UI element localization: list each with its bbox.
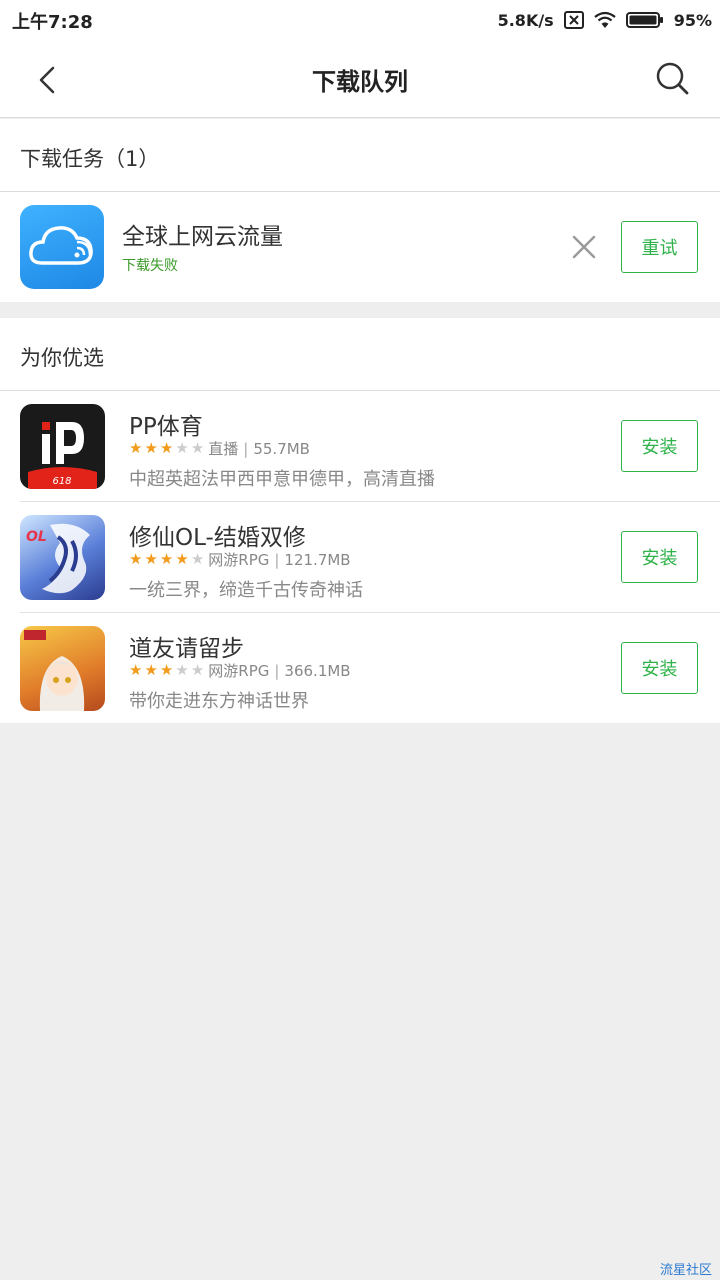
search-icon xyxy=(656,62,689,95)
app-size: 55.7MB xyxy=(253,439,310,458)
app-meta: ★ ★ ★ ★ ★ 网游RPG | 366.1MB xyxy=(129,661,351,681)
star-icon: ★ xyxy=(144,439,158,457)
star-icon: ★ xyxy=(129,661,143,679)
status-bar: 上午7:28 5.8K/s 95% xyxy=(0,0,720,40)
battery-percent: 95% xyxy=(673,10,712,30)
list-item[interactable]: 道友请留步 ★ ★ ★ ★ ★ 网游RPG | 366.1MB 带你走进东方神话世界 安… xyxy=(0,613,720,724)
recommend-section: 为你优选 618 PP体育 ★ ★ ★ ★ ★ 直播 | 55.7MB 中超英超法甲西甲… xyxy=(0,318,720,723)
star-icon: ★ xyxy=(175,661,189,679)
star-icon: ★ xyxy=(129,550,143,568)
install-button[interactable]: 安装 xyxy=(621,531,698,583)
top-app-bar: 下载队列 xyxy=(0,40,720,118)
app-meta: ★ ★ ★ ★ ★ 直播 | 55.7MB xyxy=(129,439,310,459)
download-tasks-section: 下载任务（1） 全球上网云流量 下载失败 重试 xyxy=(0,119,720,302)
watermark: 流星社区 xyxy=(659,1263,712,1278)
app-description: 一统三界，缔造千古传奇神话 xyxy=(129,580,363,601)
task-app-name: 全球上网云流量 xyxy=(122,224,283,250)
star-icon: ★ xyxy=(175,439,189,457)
app-category: 网游RPG xyxy=(208,662,270,680)
app-category: 网游RPG xyxy=(208,551,270,569)
star-icon: ★ xyxy=(159,661,174,679)
rating-stars: ★ ★ ★ ★ ★ xyxy=(129,663,204,678)
app-icon-pp: 618 xyxy=(20,404,105,489)
wifi-icon xyxy=(594,11,616,28)
battery-icon xyxy=(625,12,663,28)
divider xyxy=(0,191,720,192)
star-icon: ★ xyxy=(159,439,174,457)
status-time: 上午7:28 xyxy=(12,12,93,33)
no-sim-icon xyxy=(563,11,584,29)
tasks-section-title: 下载任务（1） xyxy=(20,147,160,171)
close-icon xyxy=(572,235,596,259)
app-name: 道友请留步 xyxy=(129,636,244,662)
app-icon-xiuxian: OL xyxy=(20,515,105,600)
star-icon: ★ xyxy=(144,550,158,568)
app-meta: ★ ★ ★ ★ ★ 网游RPG | 121.7MB xyxy=(129,550,351,570)
app-category: 直播 xyxy=(208,440,239,458)
list-item[interactable]: 618 PP体育 ★ ★ ★ ★ ★ 直播 | 55.7MB 中超英超法甲西甲意甲德甲，… xyxy=(0,391,720,502)
star-icon: ★ xyxy=(144,661,158,679)
app-name: 修仙OL-结婚双修 xyxy=(129,525,306,551)
star-icon: ★ xyxy=(190,550,205,568)
recommend-section-title: 为你优选 xyxy=(20,346,104,370)
app-icon-daoyou xyxy=(20,626,105,711)
app-name: PP体育 xyxy=(129,414,203,440)
install-button[interactable]: 安装 xyxy=(621,642,698,694)
star-icon: ★ xyxy=(129,439,143,457)
svg-text:618: 618 xyxy=(52,476,71,487)
star-icon: ★ xyxy=(159,550,174,568)
page-title: 下载队列 xyxy=(312,68,408,96)
app-description: 中超英超法甲西甲意甲德甲，高清直播 xyxy=(129,469,435,490)
xiuxian-logo-icon: OL xyxy=(26,523,90,594)
rating-stars: ★ ★ ★ ★ ★ xyxy=(129,441,204,456)
status-right: 5.8K/s 95% xyxy=(498,8,712,32)
install-button[interactable]: 安装 xyxy=(621,420,698,472)
cancel-task-button[interactable] xyxy=(570,233,598,261)
svg-text:OL: OL xyxy=(26,529,47,545)
pp-logo-icon: 618 xyxy=(28,422,97,489)
net-speed: 5.8K/s xyxy=(497,10,554,30)
daoyou-logo-icon xyxy=(24,630,85,711)
retry-button[interactable]: 重试 xyxy=(621,221,698,273)
app-size: 366.1MB xyxy=(284,661,351,680)
app-description: 带你走进东方神话世界 xyxy=(129,691,309,712)
star-icon: ★ xyxy=(190,661,205,679)
task-status: 下载失败 xyxy=(122,258,178,274)
app-size: 121.7MB xyxy=(284,550,351,569)
star-icon: ★ xyxy=(190,439,205,457)
task-app-icon xyxy=(20,205,104,289)
rating-stars: ★ ★ ★ ★ ★ xyxy=(129,552,204,567)
search-button[interactable] xyxy=(652,58,692,98)
star-icon: ★ xyxy=(175,550,189,568)
cloud-icon xyxy=(29,226,93,265)
list-item[interactable]: OL 修仙OL-结婚双修 ★ ★ ★ ★ ★ 网游RPG | 121.7MB 一统三界，… xyxy=(0,502,720,613)
